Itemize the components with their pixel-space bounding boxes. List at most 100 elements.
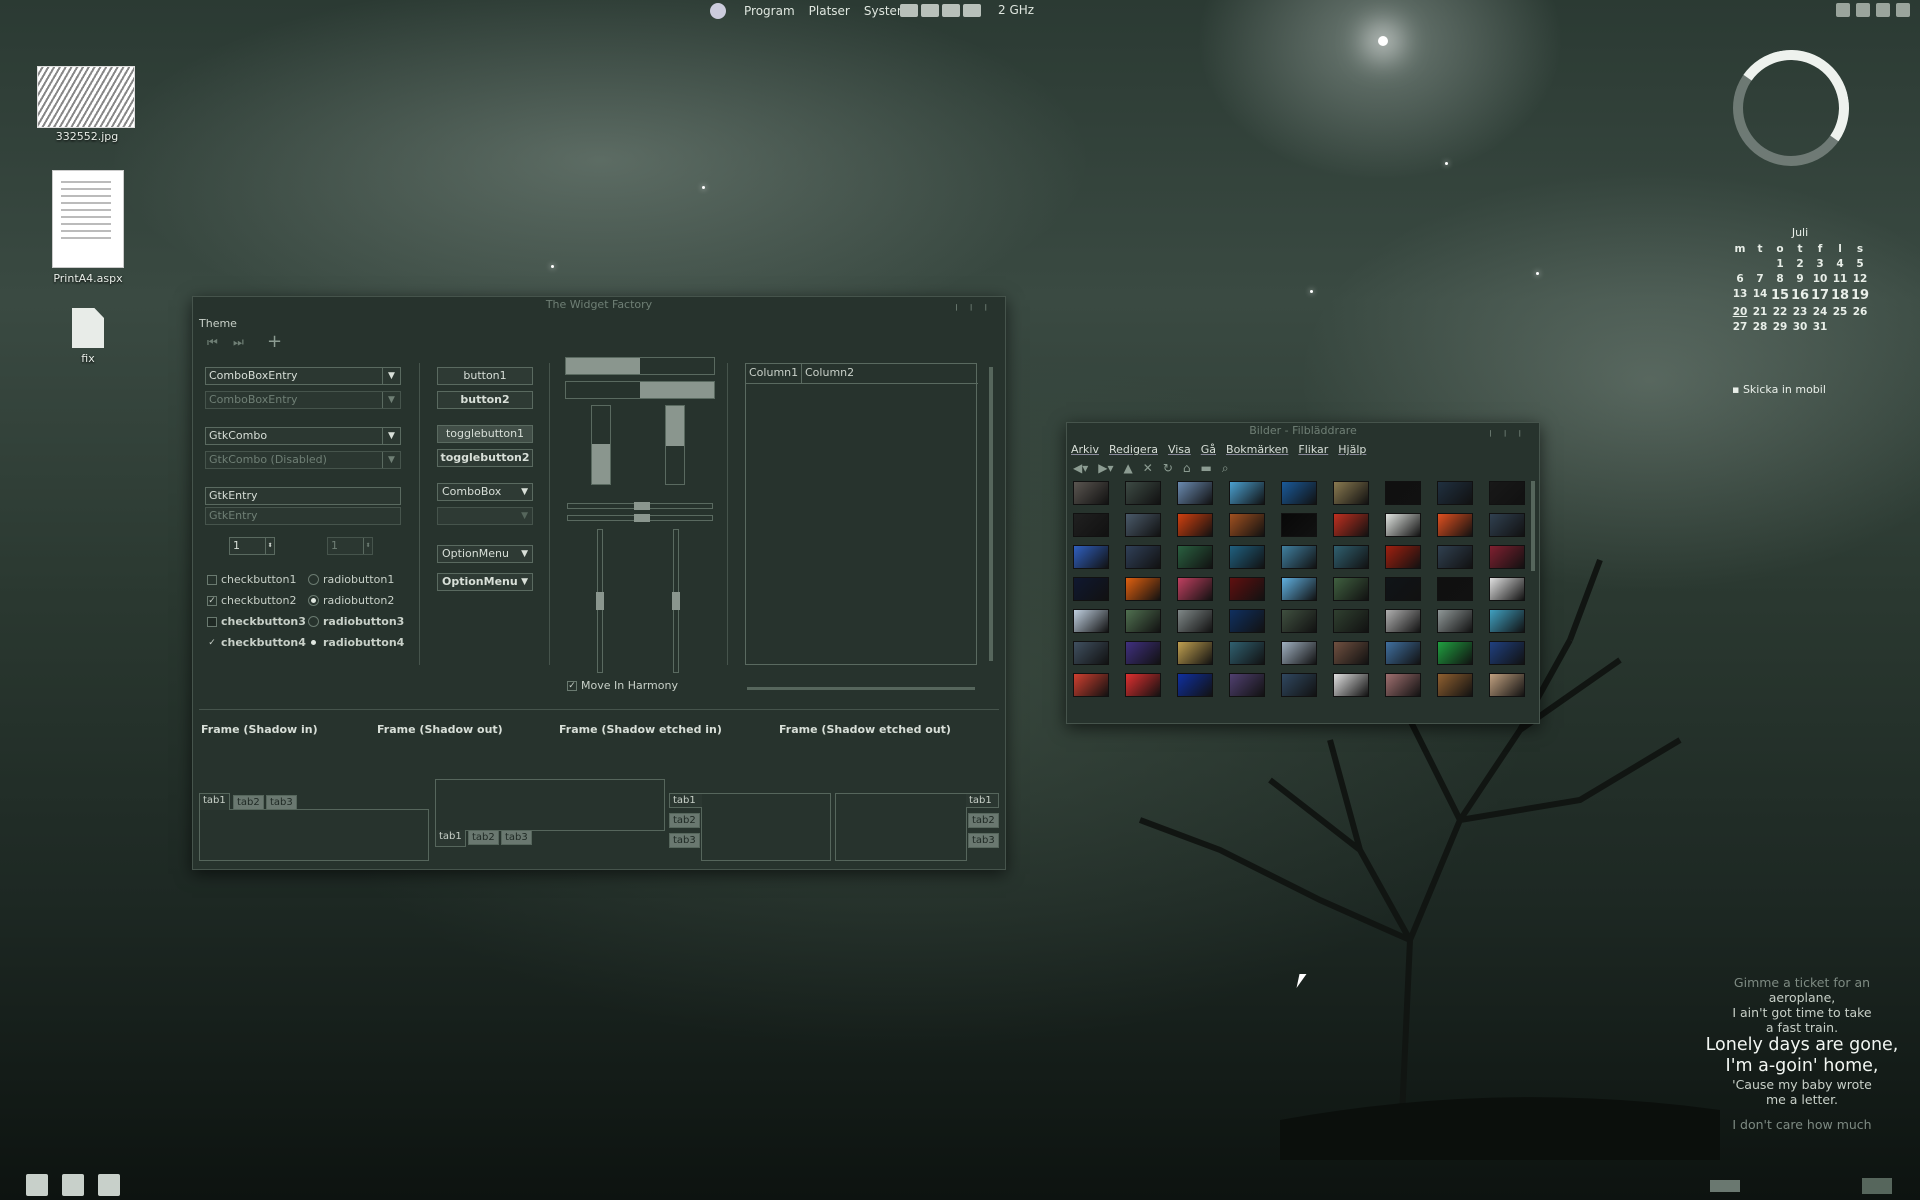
widget-link[interactable]: ▪ Skicka in mobil: [1732, 383, 1826, 396]
computer-icon[interactable]: ▬: [1201, 461, 1212, 476]
tab-1[interactable]: tab1: [435, 830, 466, 847]
radio-selected[interactable]: [308, 595, 319, 606]
calendar-day[interactable]: 15: [1770, 288, 1790, 303]
tab-3[interactable]: tab3: [501, 830, 532, 845]
image-thumbnail[interactable]: [1385, 513, 1421, 537]
image-thumbnail[interactable]: [1333, 641, 1369, 665]
image-thumbnail[interactable]: [1125, 577, 1161, 601]
image-thumbnail[interactable]: [1177, 609, 1213, 633]
slider-handle[interactable]: [634, 514, 650, 522]
calendar-day[interactable]: 8: [1770, 273, 1790, 285]
home-icon[interactable]: ⌂: [1183, 461, 1191, 476]
launcher-icon[interactable]: [62, 1174, 84, 1196]
horizontal-scrollbar[interactable]: [747, 687, 975, 690]
search-icon[interactable]: ⌕: [1222, 461, 1229, 476]
taskbar-item-icon[interactable]: [1862, 1178, 1892, 1194]
menu-bokmarken[interactable]: Bokmärken: [1226, 443, 1288, 456]
tab-2[interactable]: tab2: [669, 813, 700, 828]
radiobutton4[interactable]: radiobutton4: [308, 636, 404, 649]
calendar-day[interactable]: 25: [1830, 306, 1850, 318]
image-thumbnail[interactable]: [1073, 673, 1109, 697]
first-icon[interactable]: ⏮: [207, 335, 218, 350]
calendar-day[interactable]: 27: [1730, 321, 1750, 333]
image-thumbnail[interactable]: [1489, 481, 1525, 505]
image-thumbnail[interactable]: [1281, 577, 1317, 601]
image-thumbnail[interactable]: [1333, 577, 1369, 601]
tab-1[interactable]: tab1: [199, 793, 230, 810]
launcher-icon[interactable]: [98, 1174, 120, 1196]
image-thumbnail[interactable]: [1437, 673, 1473, 697]
calendar-day[interactable]: 17: [1810, 288, 1830, 303]
image-thumbnail[interactable]: [1437, 577, 1473, 601]
chevron-down-icon[interactable]: ▼: [382, 428, 400, 444]
menu-redigera[interactable]: Redigera: [1109, 443, 1158, 456]
menu-platser[interactable]: Platser: [809, 4, 850, 18]
image-thumbnail[interactable]: [1333, 609, 1369, 633]
radio-selected[interactable]: [308, 637, 319, 648]
tree-view[interactable]: Column1 Column2: [745, 363, 978, 665]
image-thumbnail[interactable]: [1177, 545, 1213, 569]
calendar-day[interactable]: 5: [1850, 258, 1870, 270]
network-icon[interactable]: [1856, 3, 1870, 17]
checkbutton3[interactable]: checkbutton3: [207, 615, 306, 628]
image-thumbnail[interactable]: [1177, 577, 1213, 601]
combobox[interactable]: ComboBox ▼: [437, 483, 533, 501]
image-thumbnail[interactable]: [1333, 545, 1369, 569]
menu-ga[interactable]: Gå: [1201, 443, 1216, 456]
spin-button[interactable]: 1 ⬍: [229, 537, 275, 555]
window-controls[interactable]: ╷╷╷: [1487, 423, 1531, 439]
image-thumbnail[interactable]: [1229, 673, 1265, 697]
image-thumbnail[interactable]: [1073, 641, 1109, 665]
stop-icon[interactable]: ✕: [1143, 461, 1153, 476]
image-thumbnail[interactable]: [1177, 481, 1213, 505]
tab-3[interactable]: tab3: [968, 833, 999, 848]
menu-visa[interactable]: Visa: [1168, 443, 1191, 456]
tab-2[interactable]: tab2: [233, 795, 264, 810]
image-thumbnail[interactable]: [1281, 545, 1317, 569]
column-header-2[interactable]: Column2: [802, 364, 978, 384]
calendar-day[interactable]: 26: [1850, 306, 1870, 318]
image-thumbnail[interactable]: [1073, 577, 1109, 601]
image-thumbnail[interactable]: [1125, 545, 1161, 569]
calendar-day[interactable]: 9: [1790, 273, 1810, 285]
desktop-icon-file[interactable]: fix: [68, 308, 108, 365]
calendar-day[interactable]: 3: [1810, 258, 1830, 270]
radiobutton2[interactable]: radiobutton2: [308, 594, 394, 607]
tab-1[interactable]: tab1: [669, 793, 702, 808]
image-thumbnail[interactable]: [1437, 481, 1473, 505]
radiobutton1[interactable]: radiobutton1: [308, 573, 394, 586]
togglebutton2[interactable]: togglebutton2: [437, 449, 533, 467]
image-thumbnail[interactable]: [1385, 545, 1421, 569]
gtk-combo[interactable]: GtkCombo ▼: [205, 427, 401, 445]
image-thumbnail[interactable]: [1073, 545, 1109, 569]
image-thumbnail[interactable]: [1073, 513, 1109, 537]
button2[interactable]: button2: [437, 391, 533, 409]
launcher-icon[interactable]: [963, 4, 981, 17]
image-thumbnail[interactable]: [1281, 673, 1317, 697]
menu-hjalp[interactable]: Hjälp: [1338, 443, 1366, 456]
checkbutton2[interactable]: ✓ checkbutton2: [207, 594, 297, 607]
vscale-1[interactable]: [596, 529, 604, 673]
image-thumbnail[interactable]: [1489, 545, 1525, 569]
calendar-day[interactable]: 14: [1750, 288, 1770, 303]
launcher-icon[interactable]: [921, 4, 939, 17]
add-icon[interactable]: +: [267, 331, 282, 352]
optionmenu2[interactable]: OptionMenu ▼: [437, 573, 533, 591]
checkbutton1[interactable]: checkbutton1: [207, 573, 297, 586]
image-thumbnail[interactable]: [1385, 481, 1421, 505]
tab-2[interactable]: tab2: [468, 830, 499, 845]
column-header-1[interactable]: Column1: [746, 364, 802, 384]
calendar-day[interactable]: 1: [1770, 258, 1790, 270]
image-thumbnail[interactable]: [1073, 481, 1109, 505]
tab-2[interactable]: tab2: [968, 813, 999, 828]
image-thumbnail[interactable]: [1385, 673, 1421, 697]
calendar-day[interactable]: 4: [1830, 258, 1850, 270]
menu-program[interactable]: Program: [744, 4, 795, 18]
calendar-day[interactable]: 12: [1850, 273, 1870, 285]
workspace-switcher-icon[interactable]: [1710, 1180, 1740, 1192]
image-thumbnail[interactable]: [1125, 673, 1161, 697]
forward-icon[interactable]: ▶▾: [1098, 461, 1113, 476]
image-thumbnail[interactable]: [1229, 481, 1265, 505]
image-thumbnail[interactable]: [1281, 481, 1317, 505]
image-thumbnail[interactable]: [1437, 609, 1473, 633]
